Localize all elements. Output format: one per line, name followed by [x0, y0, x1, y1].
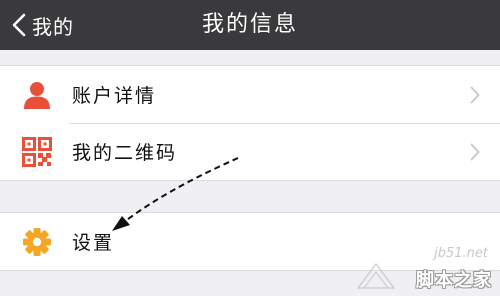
navigation-bar: 我的 我的信息 — [0, 0, 500, 50]
watermark-url: jb51.net — [434, 246, 488, 261]
person-icon — [22, 80, 52, 110]
list-item-account-details[interactable]: 账户详情 — [0, 66, 500, 123]
watermark-name: 脚本之家 — [416, 270, 492, 291]
watermark-logo-icon — [356, 263, 396, 289]
qr-code-icon — [22, 136, 52, 167]
gear-icon — [22, 227, 52, 257]
watermark: jb51.net 脚本之家 — [356, 246, 496, 292]
list-item-my-qr-code[interactable]: 我的二维码 — [0, 123, 500, 180]
settings-label: 设置 — [72, 232, 115, 254]
settings-group-account: 账户详情 我的二维码 — [0, 65, 500, 181]
chevron-right-icon — [470, 86, 480, 104]
account-details-label: 账户详情 — [72, 85, 157, 107]
my-qr-code-label: 我的二维码 — [72, 142, 178, 164]
page-title: 我的信息 — [201, 12, 298, 37]
chevron-right-icon — [470, 143, 480, 161]
